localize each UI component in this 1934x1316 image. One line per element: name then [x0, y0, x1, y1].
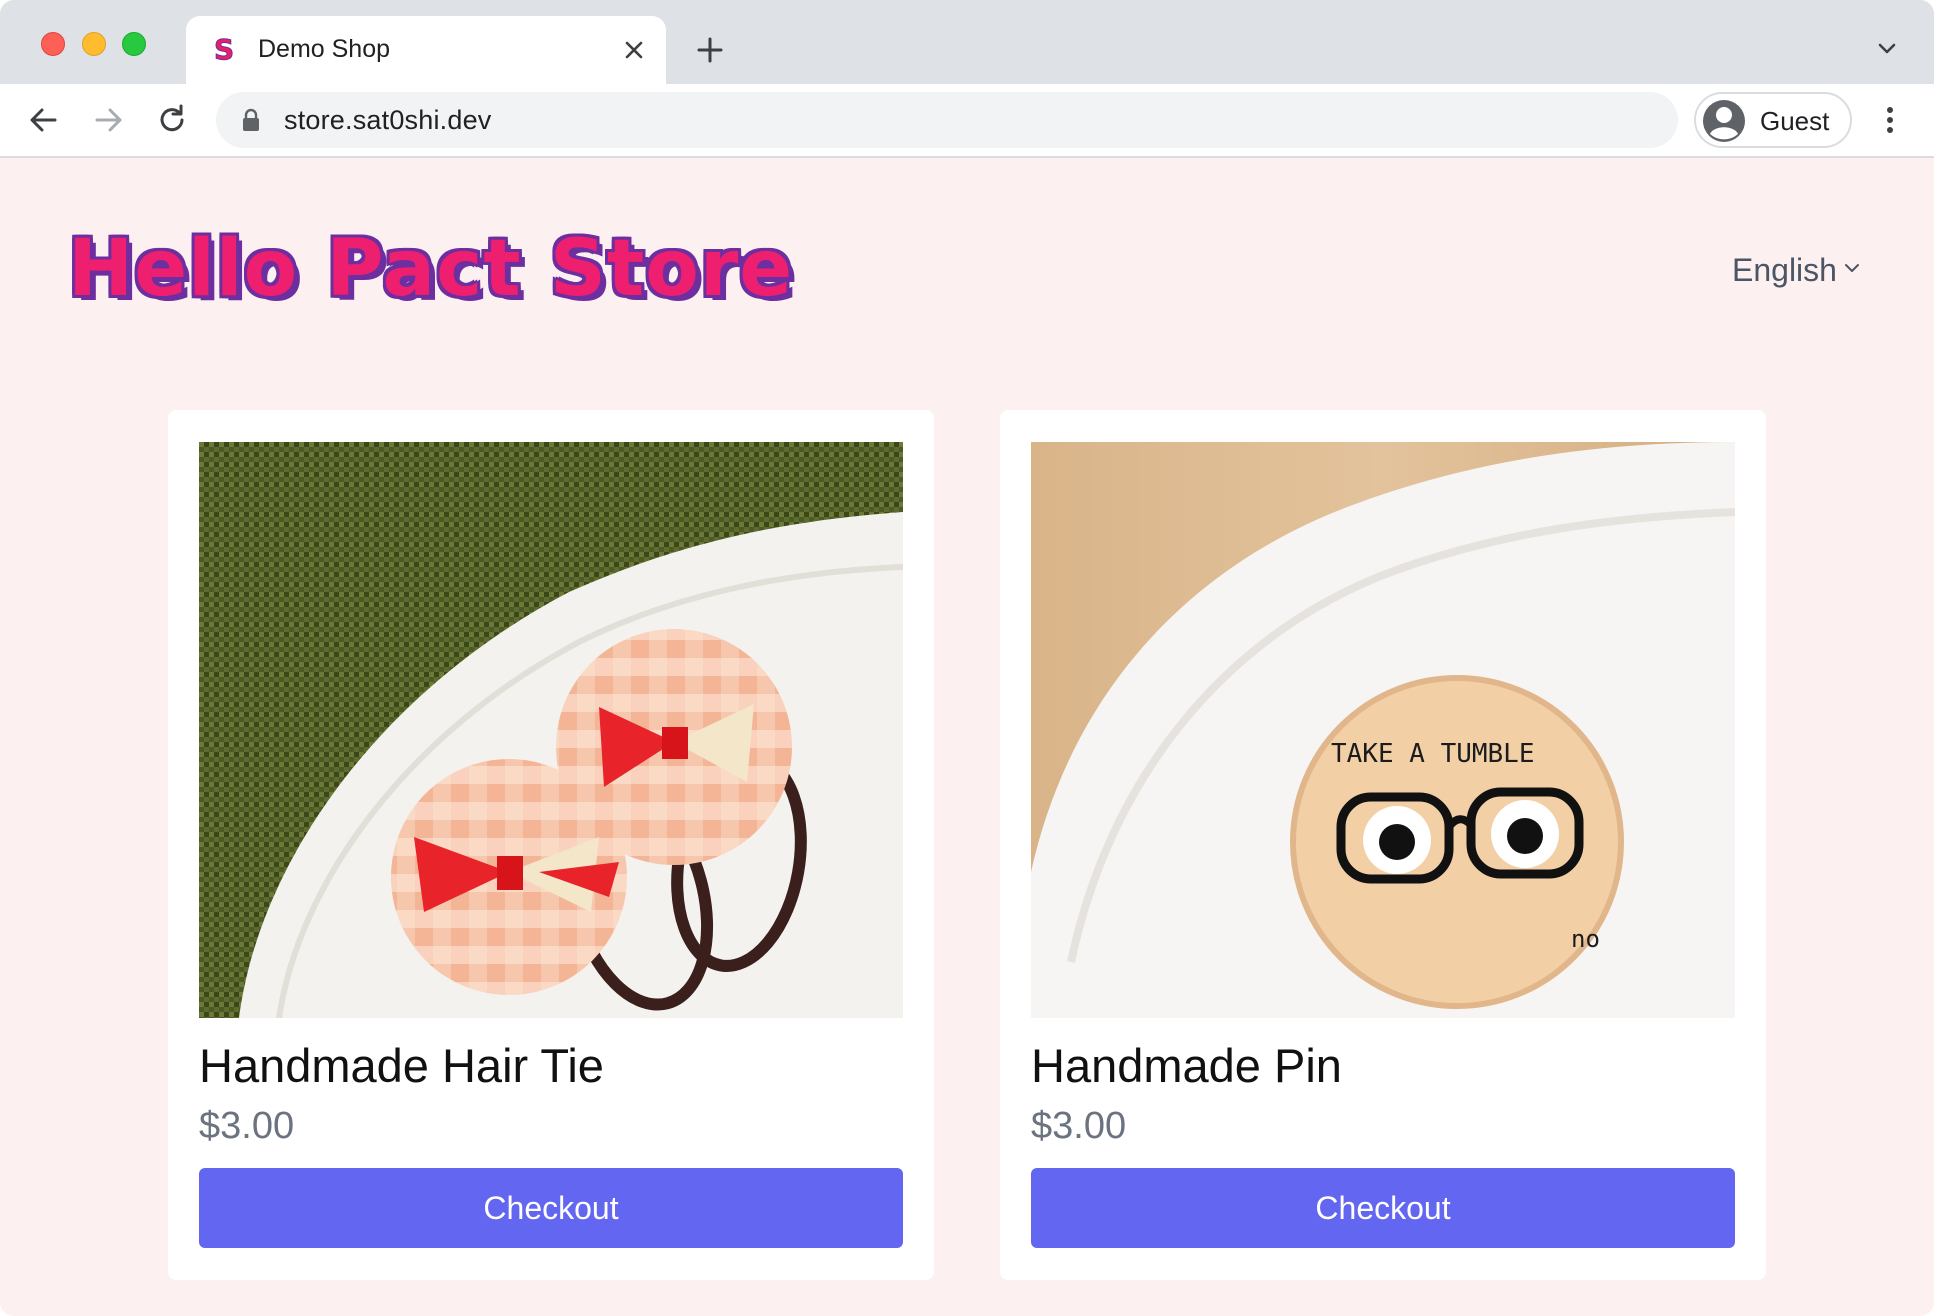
- chevron-down-icon[interactable]: [1874, 36, 1900, 62]
- product-name: Handmade Pin: [1031, 1039, 1342, 1092]
- store-title: Hello Pact Store: [68, 224, 794, 314]
- zoom-window-button[interactable]: [122, 32, 146, 56]
- minimize-window-button[interactable]: [82, 32, 106, 56]
- profile-button[interactable]: Guest: [1694, 92, 1852, 148]
- product-name: Handmade Hair Tie: [199, 1039, 604, 1092]
- store-page: Hello Pact Store English Handmade Hair T…: [0, 158, 1934, 1316]
- product-price: $3.00: [1031, 1105, 1127, 1147]
- close-icon[interactable]: [620, 36, 648, 64]
- product-price: $3.00: [199, 1105, 295, 1147]
- product-image-pin: TAKE A TUMBLE no: [1031, 442, 1735, 1018]
- product-image-hair-tie: [199, 442, 903, 1018]
- language-label: English: [1732, 252, 1837, 288]
- close-window-button[interactable]: [41, 32, 65, 56]
- arrow-right-icon[interactable]: [90, 102, 126, 138]
- svg-text:S: S: [214, 34, 234, 64]
- tab-title: Demo Shop: [258, 35, 391, 63]
- checkout-button[interactable]: Checkout: [1031, 1168, 1735, 1248]
- url-text[interactable]: store.sat0shi.dev: [284, 105, 492, 135]
- checkout-button[interactable]: Checkout: [199, 1168, 903, 1248]
- tab-demo-shop[interactable]: S Demo Shop: [186, 16, 666, 84]
- arrow-left-icon[interactable]: [26, 102, 62, 138]
- language-selector[interactable]: English: [1732, 246, 1861, 290]
- plus-icon[interactable]: [694, 34, 726, 66]
- more-vertical-icon[interactable]: [1872, 102, 1908, 138]
- address-bar[interactable]: store.sat0shi.dev: [216, 92, 1678, 148]
- product-card: Handmade Hair Tie $3.00 Checkout: [168, 410, 934, 1280]
- product-card: TAKE A TUMBLE no Handmade Pin $3.00 Chec…: [1000, 410, 1766, 1280]
- svg-text:TAKE A TUMBLE: TAKE A TUMBLE: [1331, 739, 1535, 769]
- reload-icon[interactable]: [154, 102, 190, 138]
- tab-strip: S Demo Shop: [0, 0, 1934, 84]
- svg-text:no: no: [1571, 925, 1600, 953]
- browser-toolbar: store.sat0shi.dev Guest: [0, 84, 1934, 158]
- lock-icon[interactable]: [242, 108, 260, 132]
- browser-window: S Demo Shop store.sat0shi.dev Guest Hell…: [0, 0, 1934, 1316]
- chevron-down-icon: [1843, 246, 1861, 272]
- profile-name: Guest: [1760, 106, 1830, 136]
- account-icon: [1702, 99, 1746, 143]
- s-logo-icon: S: [212, 33, 238, 67]
